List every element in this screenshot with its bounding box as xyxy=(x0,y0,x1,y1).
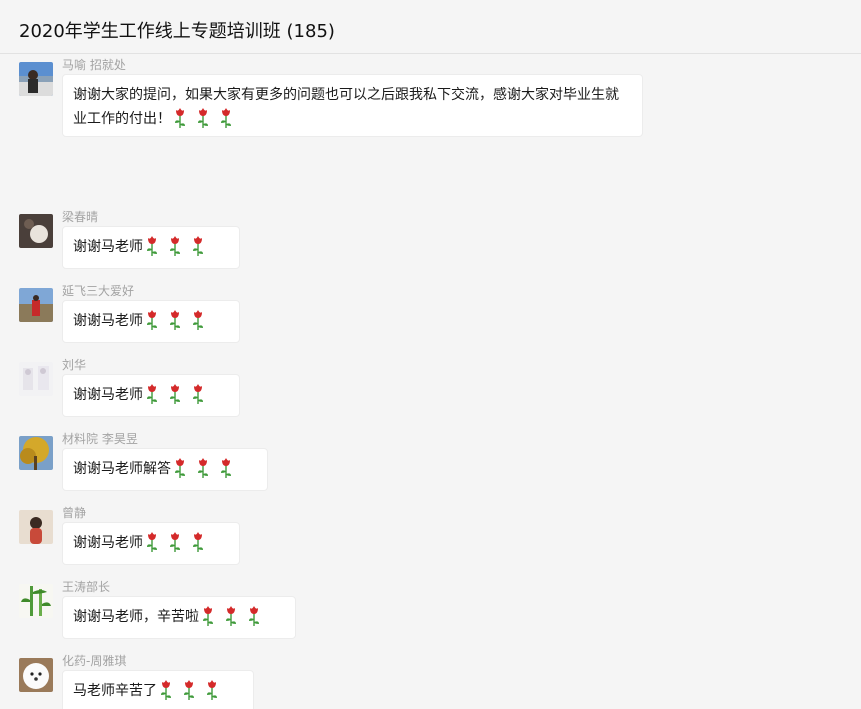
avatar[interactable] xyxy=(19,362,53,396)
avatar[interactable] xyxy=(19,62,53,96)
rose-icon xyxy=(147,532,157,552)
rose-icon xyxy=(170,310,180,330)
message-bubble[interactable]: 谢谢马老师 xyxy=(62,522,240,565)
rose-icon xyxy=(193,532,203,552)
rose-icon xyxy=(147,310,157,330)
avatar-image xyxy=(19,510,53,544)
rose-icon xyxy=(198,458,208,478)
avatar-image xyxy=(19,584,53,618)
message-text: 谢谢马老师 xyxy=(73,535,143,551)
avatar-image xyxy=(19,214,53,248)
sender-name: 曾静 xyxy=(62,506,87,520)
message-bubble[interactable]: 谢谢马老师，辛苦啦 xyxy=(62,596,296,639)
rose-icon xyxy=(198,108,208,128)
avatar-image xyxy=(19,362,53,396)
sender-name: 材料院 李昊昱 xyxy=(62,432,138,446)
rose-icon xyxy=(170,236,180,256)
rose-icon xyxy=(147,384,157,404)
message-text: 谢谢马老师 xyxy=(73,387,143,403)
rose-icon xyxy=(193,310,203,330)
avatar[interactable] xyxy=(19,436,53,470)
rose-group xyxy=(199,605,261,629)
rose-icon xyxy=(207,680,217,700)
sender-name: 延飞三大爱好 xyxy=(62,284,135,298)
rose-icon xyxy=(221,458,231,478)
rose-icon xyxy=(170,532,180,552)
rose-icon xyxy=(203,606,213,626)
rose-group xyxy=(143,531,205,555)
chat-window: 2020年学生工作线上专题培训班 (185) 马喻 招就处 谢谢大家的提问，如果… xyxy=(0,0,861,709)
sender-name: 王涛部长 xyxy=(62,580,111,594)
rose-icon xyxy=(161,680,171,700)
rose-icon xyxy=(147,236,157,256)
chat-title: 2020年学生工作线上专题培训班 (185) xyxy=(19,21,335,42)
rose-group xyxy=(157,679,219,703)
message-bubble[interactable]: 谢谢马老师 xyxy=(62,374,240,417)
avatar-image xyxy=(19,62,53,96)
rose-icon xyxy=(226,606,236,626)
sender-name: 梁春晴 xyxy=(62,210,99,224)
avatar[interactable] xyxy=(19,214,53,248)
sender-name: 化药-周雅琪 xyxy=(62,654,127,668)
rose-group xyxy=(171,457,233,481)
chat-header: 2020年学生工作线上专题培训班 (185) xyxy=(0,0,861,54)
avatar-image xyxy=(19,658,53,692)
message-text: 谢谢马老师 xyxy=(73,313,143,329)
rose-icon xyxy=(175,458,185,478)
rose-icon xyxy=(221,108,231,128)
rose-icon xyxy=(170,384,180,404)
sender-name: 马喻 招就处 xyxy=(62,58,126,72)
avatar[interactable] xyxy=(19,288,53,322)
rose-icon xyxy=(193,384,203,404)
rose-group xyxy=(171,107,233,131)
rose-group xyxy=(143,309,205,333)
message-text: 谢谢马老师，辛苦啦 xyxy=(73,609,199,625)
message-text: 谢谢马老师 xyxy=(73,239,143,255)
rose-group xyxy=(143,383,205,407)
avatar-image xyxy=(19,436,53,470)
message-bubble[interactable]: 谢谢大家的提问，如果大家有更多的问题也可以之后跟我私下交流，感谢大家对毕业生就业… xyxy=(62,74,643,137)
rose-icon xyxy=(249,606,259,626)
sender-name: 刘华 xyxy=(62,358,87,372)
avatar[interactable] xyxy=(19,584,53,618)
rose-icon xyxy=(193,236,203,256)
avatar-image xyxy=(19,288,53,322)
avatar[interactable] xyxy=(19,658,53,692)
message-bubble[interactable]: 谢谢马老师解答 xyxy=(62,448,268,491)
message-bubble[interactable]: 谢谢马老师 xyxy=(62,300,240,343)
message-text: 马老师辛苦了 xyxy=(73,683,157,699)
rose-group xyxy=(143,235,205,259)
rose-icon xyxy=(175,108,185,128)
message-bubble[interactable]: 马老师辛苦了 xyxy=(62,670,254,709)
message-bubble[interactable]: 谢谢马老师 xyxy=(62,226,240,269)
rose-icon xyxy=(184,680,194,700)
avatar[interactable] xyxy=(19,510,53,544)
message-text: 谢谢马老师解答 xyxy=(73,461,171,477)
message-text: 谢谢大家的提问，如果大家有更多的问题也可以之后跟我私下交流，感谢大家对毕业生就业… xyxy=(73,87,619,127)
